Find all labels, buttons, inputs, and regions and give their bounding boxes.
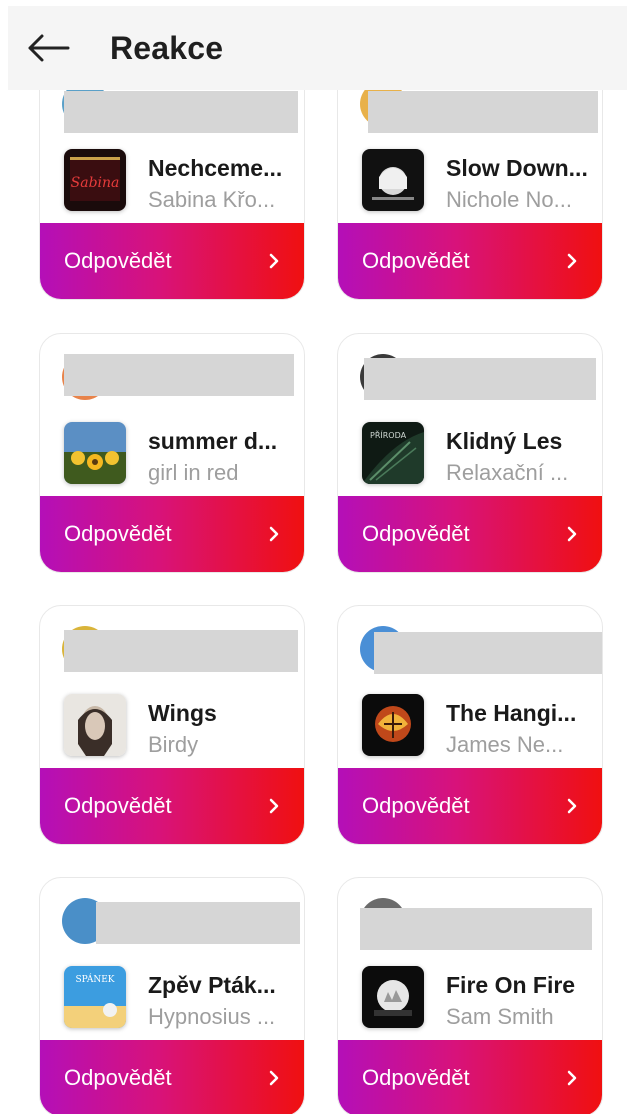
album-cover[interactable] xyxy=(64,694,126,756)
album-cover[interactable]: SPÁNEK xyxy=(64,966,126,1028)
reply-label: Odpovědět xyxy=(64,521,172,546)
svg-text:SPÁNEK: SPÁNEK xyxy=(75,973,114,985)
track-title: summer d... xyxy=(148,428,278,454)
chevron-right-icon xyxy=(567,526,577,542)
reply-label: Odpovědět xyxy=(362,248,470,273)
redacted-username xyxy=(64,630,298,672)
chevron-right-icon xyxy=(269,798,279,814)
reaction-card: SPÁNEK Zpěv Pták... Hypnosius ... Odpově… xyxy=(39,877,305,1114)
chevron-right-icon xyxy=(567,1070,577,1086)
svg-text:Sabina: Sabina xyxy=(71,175,120,191)
track-artist: Hypnosius ... xyxy=(148,1004,276,1029)
reply-button[interactable]: Odpovědět xyxy=(40,1040,304,1114)
reply-label: Odpovědět xyxy=(64,793,172,818)
redacted-username xyxy=(64,354,294,396)
chevron-right-icon xyxy=(567,798,577,814)
chevron-right-icon xyxy=(567,253,577,269)
reply-button[interactable]: Odpovědět xyxy=(40,496,304,572)
reaction-card: PŘÍRODA Klidný Les Relaxační ... Odpověd… xyxy=(337,333,603,573)
track-title: Wings xyxy=(148,700,217,726)
album-cover[interactable]: Sabina xyxy=(64,149,126,211)
reaction-card: The Hangi... James Ne... Odpovědět xyxy=(337,605,603,845)
reaction-card: Wings Birdy Odpovědět xyxy=(39,605,305,845)
track-title: Fire On Fire xyxy=(446,972,576,998)
reaction-card: Slow Down... Nichole No... Odpovědět xyxy=(337,60,603,300)
chevron-right-icon xyxy=(269,1070,279,1086)
chevron-right-icon xyxy=(269,526,279,542)
track-artist: James Ne... xyxy=(446,732,564,757)
track-artist: Birdy xyxy=(148,732,199,757)
track-title: Zpěv Pták... xyxy=(148,972,276,998)
page-title: Reakce xyxy=(110,29,224,66)
track-artist: Nichole No... xyxy=(446,187,572,212)
track-artist: Sam Smith xyxy=(446,1004,554,1029)
reply-button[interactable]: Odpovědět xyxy=(338,223,602,299)
reaction-card: Sabina Nechceme... Sabina Křo... Odpověd… xyxy=(39,60,305,300)
track-artist: Sabina Křo... xyxy=(148,187,276,212)
arrow-left-icon xyxy=(28,34,70,62)
track-artist: girl in red xyxy=(148,460,239,485)
track-title: The Hangi... xyxy=(446,700,577,726)
redacted-username xyxy=(368,91,598,133)
reply-label: Odpovědět xyxy=(362,521,470,546)
track-title: Klidný Les xyxy=(446,428,563,454)
album-cover[interactable] xyxy=(362,149,424,211)
album-cover[interactable] xyxy=(64,422,126,484)
reply-label: Odpovědět xyxy=(64,1065,172,1090)
reply-button[interactable]: Odpovědět xyxy=(40,223,304,299)
reply-label: Odpovědět xyxy=(362,793,470,818)
redacted-username xyxy=(364,358,596,400)
album-cover[interactable] xyxy=(362,694,424,756)
reactions-grid: Sabina Nechceme... Sabina Křo... Odpověd… xyxy=(0,0,627,1114)
redacted-username xyxy=(64,91,298,133)
reactions-screen: Sabina Nechceme... Sabina Křo... Odpověd… xyxy=(0,0,627,1114)
reply-label: Odpovědět xyxy=(64,248,172,273)
reply-button[interactable]: Odpovědět xyxy=(338,496,602,572)
redacted-username xyxy=(96,902,300,944)
reply-button[interactable]: Odpovědět xyxy=(40,768,304,844)
reply-button[interactable]: Odpovědět xyxy=(338,1040,602,1114)
reaction-card: summer d... girl in red Odpovědět xyxy=(39,333,305,573)
album-cover[interactable]: PŘÍRODA xyxy=(362,422,424,484)
track-artist: Relaxační ... xyxy=(446,460,569,485)
reply-button[interactable]: Odpovědět xyxy=(338,768,602,844)
chevron-right-icon xyxy=(269,253,279,269)
reply-label: Odpovědět xyxy=(362,1065,470,1090)
top-app-bar: Reakce xyxy=(8,6,627,90)
album-cover[interactable] xyxy=(362,966,424,1028)
back-button[interactable] xyxy=(8,6,88,90)
redacted-username xyxy=(360,908,592,950)
redacted-username xyxy=(374,632,602,674)
track-title: Slow Down... xyxy=(446,155,588,181)
track-title: Nechceme... xyxy=(148,155,283,181)
reaction-card: Fire On Fire Sam Smith Odpovědět xyxy=(337,877,603,1114)
svg-text:PŘÍRODA: PŘÍRODA xyxy=(370,429,407,440)
